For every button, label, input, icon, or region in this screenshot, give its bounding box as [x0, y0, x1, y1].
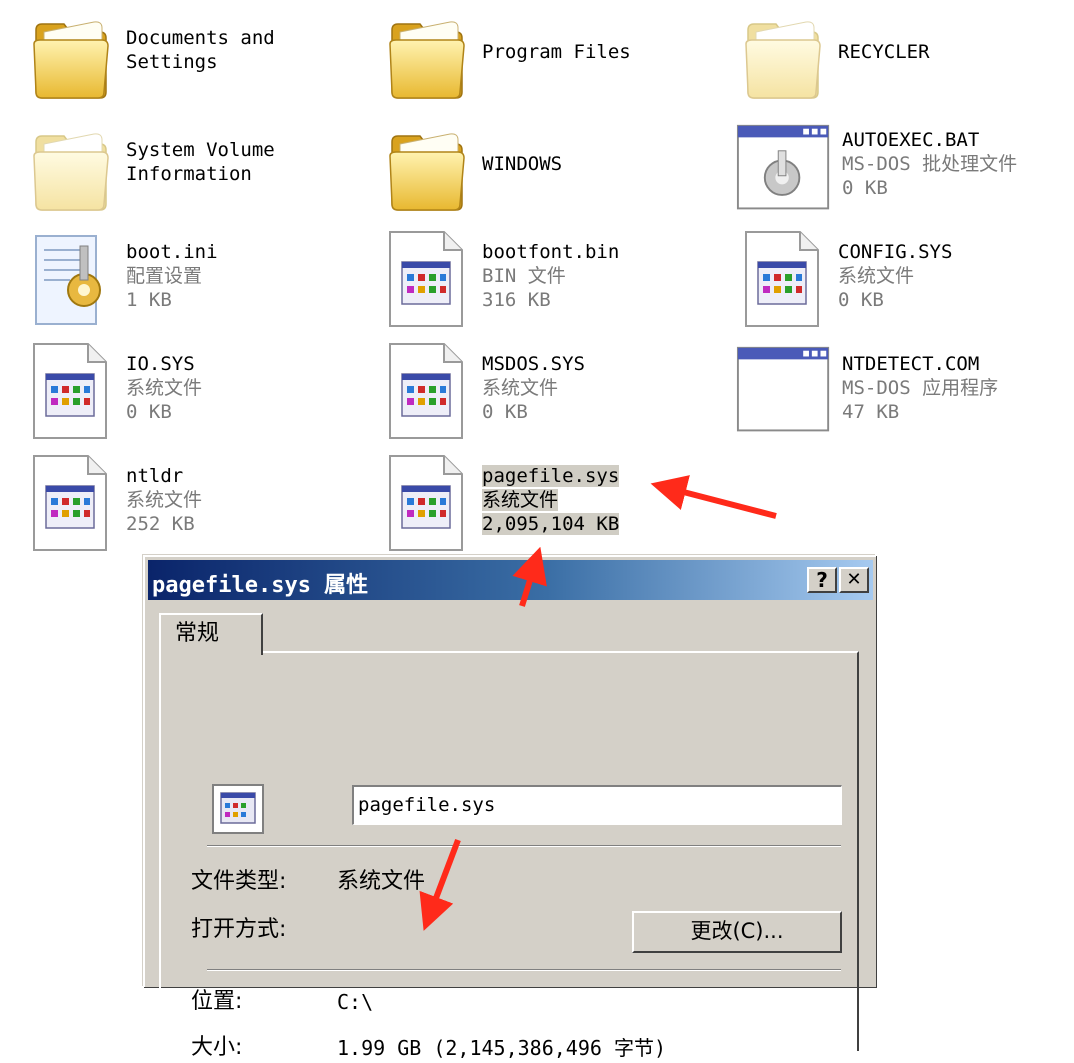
- file-name: System Volume: [126, 139, 275, 161]
- file-name: ntldr: [126, 465, 184, 487]
- batch-file-icon: [736, 124, 830, 210]
- file-item-recycler[interactable]: RECYCLER: [742, 8, 1074, 108]
- file-size: 316 KB: [482, 289, 551, 311]
- file-type: MS-DOS 应用程序: [842, 377, 999, 399]
- file-name: Documents and: [126, 27, 275, 49]
- change-button[interactable]: 更改(C)...: [632, 911, 842, 953]
- system-file-icon: [33, 343, 107, 439]
- file-name: bootfont.bin: [482, 241, 620, 263]
- tab-general[interactable]: 常规: [159, 613, 263, 655]
- file-item-documents-and-settings[interactable]: Documents and Settings: [30, 8, 370, 108]
- file-name-cont: Information: [126, 163, 252, 185]
- file-item-program-files[interactable]: Program Files: [386, 8, 726, 108]
- file-name: AUTOEXEC.BAT: [842, 129, 980, 151]
- file-item-ntdetect-com[interactable]: NTDETECT.COM MS-DOS 应用程序 47 KB: [736, 342, 1074, 442]
- folder-icon: [33, 21, 109, 99]
- file-type: MS-DOS 批处理文件: [842, 153, 1018, 175]
- system-file-icon: [389, 343, 463, 439]
- file-type-label: 文件类型:: [191, 869, 287, 894]
- file-name: boot.ini: [126, 241, 218, 263]
- file-type: 系统文件: [126, 489, 203, 511]
- size-label: 大小:: [191, 1035, 243, 1060]
- file-name: WINDOWS: [482, 153, 563, 175]
- file-name-cont: Settings: [126, 51, 218, 73]
- location-label: 位置:: [191, 989, 243, 1014]
- system-file-icon: [389, 455, 463, 551]
- system-file-icon: [212, 784, 264, 834]
- file-item-msdos-sys[interactable]: MSDOS.SYS 系统文件 0 KB: [386, 342, 726, 442]
- file-name: CONFIG.SYS: [838, 241, 953, 263]
- size-value: 1.99 GB (2,145,386,496 字节): [337, 1036, 666, 1060]
- file-item-pagefile-sys[interactable]: pagefile.sys 系统文件 2,095,104 KB: [386, 454, 726, 554]
- location-value: C:\: [337, 990, 374, 1014]
- folder-icon: [389, 21, 465, 99]
- dos-application-icon: [736, 346, 830, 432]
- dialog-title: pagefile.sys 属性: [152, 573, 369, 598]
- file-name: NTDETECT.COM: [842, 353, 980, 375]
- folder-faded-icon: [745, 21, 821, 99]
- file-size: 47 KB: [842, 401, 900, 423]
- file-type: 系统文件: [482, 489, 559, 511]
- close-button[interactable]: ✕: [839, 567, 869, 593]
- file-size: 0 KB: [842, 177, 888, 199]
- dialog-title-bar[interactable]: pagefile.sys 属性 ? ✕: [148, 560, 873, 600]
- help-button[interactable]: ?: [807, 567, 837, 593]
- file-name: RECYCLER: [838, 41, 930, 63]
- file-type: BIN 文件: [482, 265, 566, 287]
- file-size: 2,095,104 KB: [482, 513, 620, 535]
- file-item-autoexec-bat[interactable]: AUTOEXEC.BAT MS-DOS 批处理文件 0 KB: [736, 120, 1074, 220]
- file-item-ntldr[interactable]: ntldr 系统文件 252 KB: [30, 454, 370, 554]
- file-type: 系统文件: [482, 377, 559, 399]
- file-type: 系统文件: [126, 377, 203, 399]
- file-item-bootfont-bin[interactable]: bootfont.bin BIN 文件 316 KB: [386, 230, 726, 330]
- file-item-config-sys[interactable]: CONFIG.SYS 系统文件 0 KB: [742, 230, 1074, 330]
- file-item-io-sys[interactable]: IO.SYS 系统文件 0 KB: [30, 342, 370, 442]
- file-type-value: 系统文件: [337, 869, 426, 894]
- separator: [207, 845, 841, 847]
- tab-panel-general: pagefile.sys 文件类型: 系统文件 打开方式: 更改(C)... 位…: [159, 651, 859, 1060]
- file-item-windows[interactable]: WINDOWS: [386, 120, 726, 220]
- file-name-field[interactable]: pagefile.sys: [352, 785, 842, 825]
- file-type: 系统文件: [838, 265, 915, 287]
- file-type: 配置设置: [126, 265, 203, 287]
- file-size: 252 KB: [126, 513, 195, 535]
- folder-faded-icon: [33, 133, 109, 211]
- file-item-system-volume-information[interactable]: System Volume Information: [30, 120, 370, 220]
- file-name: pagefile.sys: [482, 465, 620, 487]
- separator: [207, 969, 841, 971]
- system-file-icon: [33, 455, 107, 551]
- system-file-icon: [745, 231, 819, 327]
- file-name: IO.SYS: [126, 353, 195, 375]
- opens-with-label: 打开方式:: [191, 917, 287, 942]
- file-size: 0 KB: [126, 401, 172, 423]
- system-file-icon: [389, 231, 463, 327]
- file-size: 1 KB: [126, 289, 172, 311]
- file-name: Program Files: [482, 41, 631, 63]
- folder-icon: [389, 133, 465, 211]
- config-settings-icon: [35, 235, 101, 325]
- properties-dialog: pagefile.sys 属性 ? ✕ 常规 pagefile.sys 文件类型…: [143, 555, 876, 1060]
- file-name: MSDOS.SYS: [482, 353, 585, 375]
- file-size: 0 KB: [482, 401, 528, 423]
- file-size: 0 KB: [838, 289, 884, 311]
- file-item-boot-ini[interactable]: boot.ini 配置设置 1 KB: [30, 230, 370, 330]
